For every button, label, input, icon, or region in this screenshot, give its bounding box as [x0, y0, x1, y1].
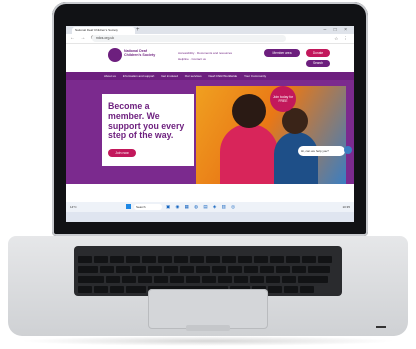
nav-item[interactable]: Your Community [244, 74, 266, 78]
address-row: ← → ⟳ ndcs.org.uk ☆ ⋮ [66, 34, 354, 44]
key-row [78, 280, 338, 293]
laptop-screen: National Deaf Children's Society + – □ ×… [66, 26, 354, 212]
link-accessibility[interactable]: Accessibility [178, 51, 194, 55]
taskbar-apps-icon[interactable]: ▣ ◉ ▦ ◍ ▤ ◈ ▥ ◎ [166, 202, 237, 212]
taskbar-search[interactable]: Search [134, 204, 162, 210]
hero-card: Become a member. We support you every st… [102, 94, 194, 166]
new-tab-icon[interactable]: + [136, 26, 140, 34]
donate-button[interactable]: Donate [306, 49, 330, 57]
screen-lower-band [66, 212, 354, 222]
link-documents[interactable]: Documents and resources [197, 51, 232, 55]
front-notch [186, 325, 230, 331]
key-row [78, 270, 338, 283]
person-head [232, 94, 266, 128]
browser-tab[interactable]: National Deaf Children's Society [72, 27, 135, 34]
main-nav: About us Information and support Get inv… [66, 72, 354, 80]
windows-start-icon[interactable] [126, 204, 131, 209]
search-button[interactable]: Search [306, 60, 330, 67]
key-row [78, 250, 338, 263]
join-now-button[interactable]: Join now [108, 149, 136, 157]
join-free-badge[interactable]: Join today for FREE [270, 86, 296, 112]
nav-item[interactable]: Information and support [123, 74, 155, 78]
key-row [78, 260, 338, 273]
site-header: National Deaf Children's Society Accessi… [66, 44, 354, 72]
laptop-shadow [20, 336, 396, 346]
badge-label: Join today for FREE [272, 95, 294, 103]
trackpad[interactable] [148, 289, 268, 329]
nav-item[interactable]: Our services [185, 74, 202, 78]
hero-banner: Become a member. We support you every st… [66, 80, 354, 184]
browser-tab-strip: National Deaf Children's Society + – □ × [66, 26, 354, 34]
browser-tools-icon[interactable]: ☆ ⋮ [334, 34, 350, 43]
taskbar-clock[interactable]: 10:35 [342, 202, 350, 212]
nav-item[interactable]: Deaf Child Worldwide [208, 74, 237, 78]
person-figure [220, 124, 278, 184]
nav-item[interactable]: About us [104, 74, 116, 78]
nav-item[interactable]: Get involved [161, 74, 178, 78]
link-contact[interactable]: Contact us [192, 57, 206, 61]
chat-bubble[interactable]: Hi, can we help you? [298, 146, 345, 156]
top-links: Accessibility · Documents and resources … [178, 51, 233, 61]
logo-icon[interactable] [108, 48, 122, 62]
logo-text[interactable]: National Deaf Children's Society [124, 49, 164, 57]
person-head [282, 108, 308, 134]
window-controls[interactable]: – □ × [324, 26, 351, 34]
member-area-button[interactable]: Member area [264, 49, 300, 57]
status-led [376, 326, 386, 328]
hero-title: Become a member. We support you every st… [108, 101, 185, 141]
url-bar[interactable]: ndcs.org.uk [92, 35, 286, 42]
weather-widget[interactable]: 14°C [70, 202, 77, 212]
person-figure [274, 132, 318, 184]
taskbar: 14°C Search ▣ ◉ ▦ ◍ ▤ ◈ ▥ ◎ 10:35 [66, 202, 354, 212]
chat-icon[interactable] [344, 146, 352, 154]
link-helpline[interactable]: Helpline [178, 57, 189, 61]
